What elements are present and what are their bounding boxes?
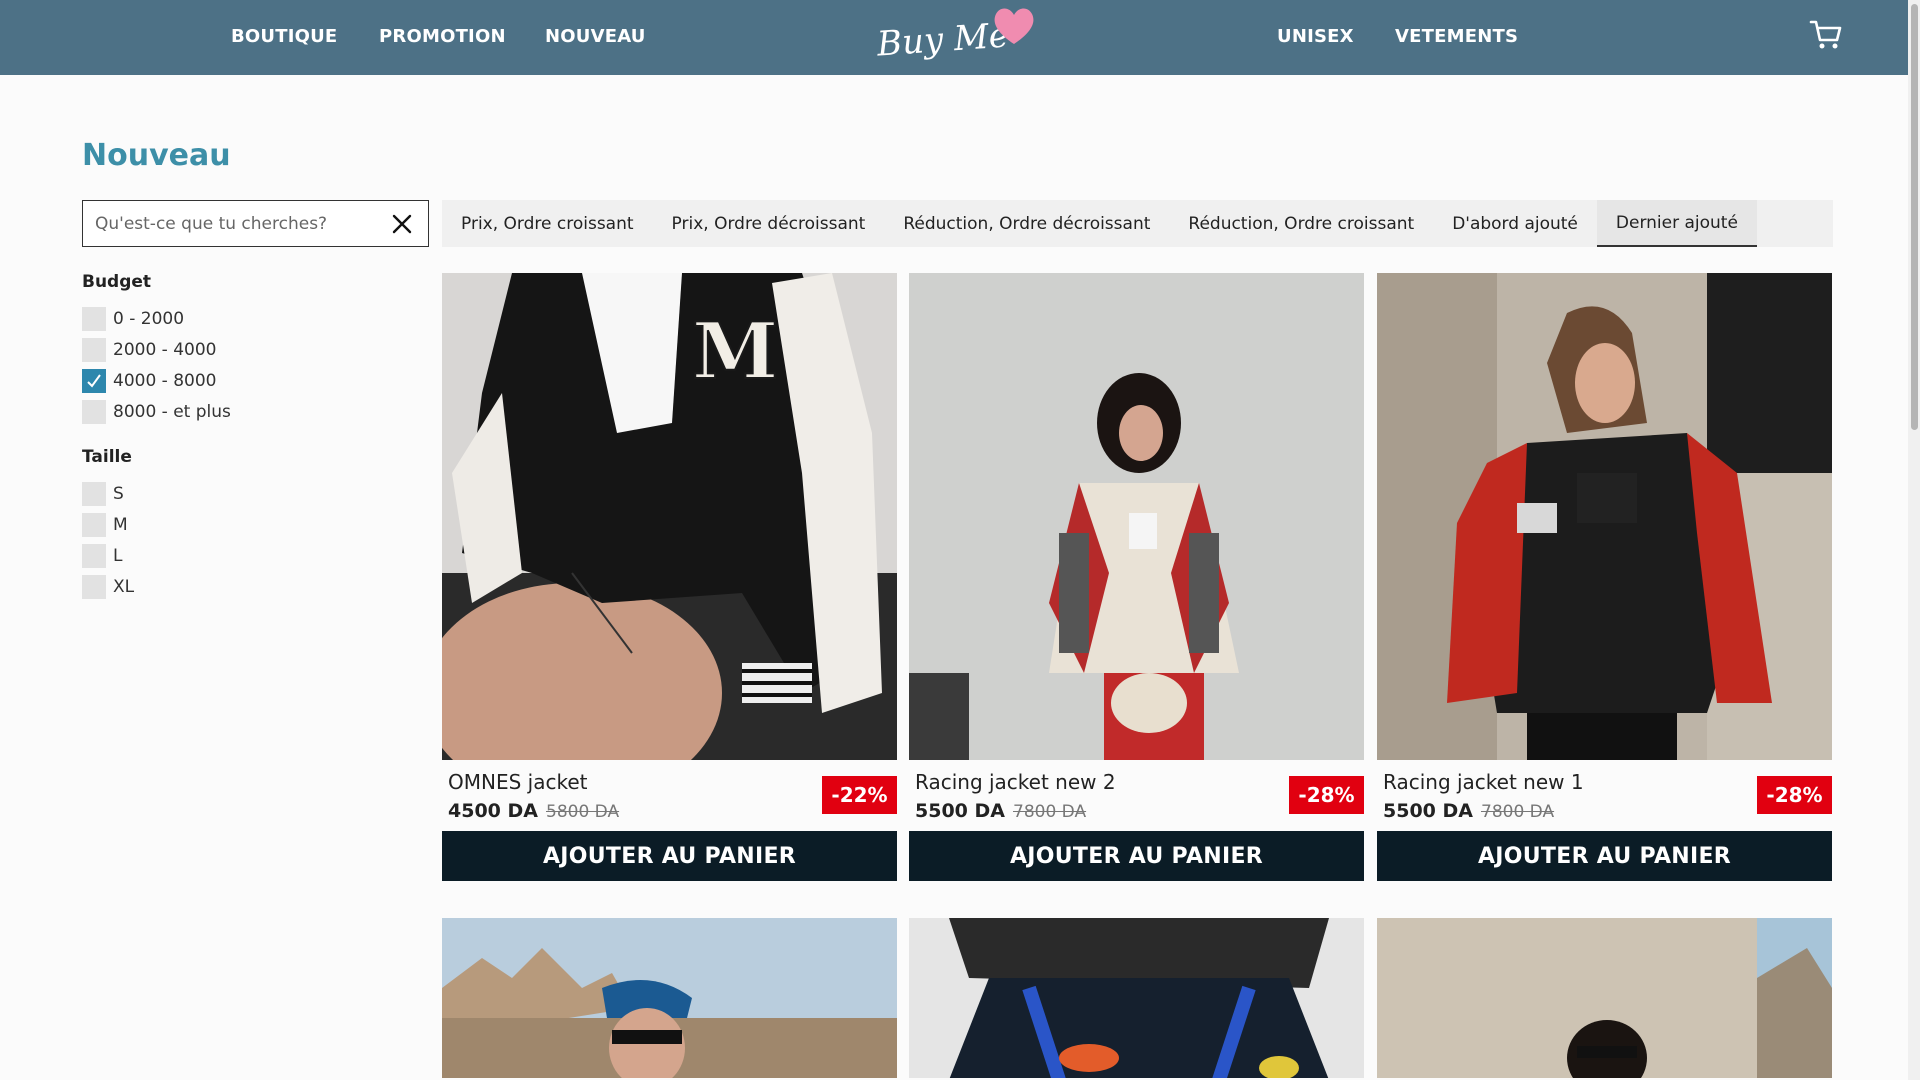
budget-option[interactable]: 4000 - 8000: [82, 369, 216, 393]
nav-link-vetements[interactable]: VETEMENTS: [1395, 26, 1518, 47]
size-option-label: M: [113, 515, 128, 535]
product-image[interactable]: M: [442, 273, 897, 760]
checkbox[interactable]: [82, 513, 106, 537]
sort-tabs: Prix, Ordre croissant Prix, Ordre décroi…: [442, 200, 1833, 247]
svg-text:M: M: [692, 306, 778, 397]
checkbox[interactable]: [82, 400, 106, 424]
discount-badge: -22%: [822, 776, 897, 814]
discount-badge: -28%: [1757, 776, 1832, 814]
logo-text: Buy Me: [875, 15, 1011, 65]
product-name[interactable]: OMNES jacket: [448, 770, 587, 794]
search-input[interactable]: [95, 211, 375, 237]
checkbox[interactable]: [82, 338, 106, 362]
budget-option-label: 0 - 2000: [113, 309, 185, 329]
budget-option[interactable]: 0 - 2000: [82, 307, 184, 331]
budget-filter-title: Budget: [82, 272, 152, 292]
size-filter-title: Taille: [82, 447, 132, 467]
product-price: 5500 DA: [915, 800, 1005, 822]
budget-option[interactable]: 2000 - 4000: [82, 338, 216, 362]
product-price: 4500 DA: [448, 800, 538, 822]
checkbox[interactable]: [82, 575, 106, 599]
top-nav-bar: BOUTIQUE PROMOTION NOUVEAU Buy Me UNISEX…: [0, 0, 1920, 75]
sort-tab-last-added[interactable]: Dernier ajouté: [1596, 200, 1757, 247]
page-title: Nouveau: [82, 138, 231, 173]
budget-option-label: 8000 - et plus: [113, 402, 231, 422]
nav-link-unisex[interactable]: UNISEX: [1277, 26, 1354, 47]
sort-tab-discount-desc[interactable]: Réduction, Ordre décroissant: [884, 200, 1169, 247]
size-option[interactable]: M: [82, 513, 128, 537]
sort-tab-first-added[interactable]: D'abord ajouté: [1433, 200, 1597, 247]
budget-option[interactable]: 8000 - et plus: [82, 400, 231, 424]
product-name[interactable]: Racing jacket new 1: [1383, 770, 1584, 794]
size-option-label: XL: [113, 577, 135, 597]
size-option[interactable]: L: [82, 544, 122, 568]
nav-link-promotion[interactable]: PROMOTION: [379, 26, 506, 47]
product-name[interactable]: Racing jacket new 2: [915, 770, 1116, 794]
add-to-cart-button[interactable]: AJOUTER AU PANIER: [1377, 831, 1832, 881]
product-image[interactable]: [1377, 273, 1832, 760]
product-image[interactable]: [909, 273, 1364, 760]
product-price: 5500 DA: [1383, 800, 1473, 822]
checkbox[interactable]: [82, 544, 106, 568]
product-image[interactable]: [909, 918, 1364, 1078]
scrollbar-thumb[interactable]: [1911, 4, 1918, 430]
size-option[interactable]: S: [82, 482, 124, 506]
checkbox[interactable]: [82, 307, 106, 331]
product-old-price: 7800 DA: [1481, 802, 1555, 822]
size-option-label: S: [113, 484, 124, 504]
sort-tab-price-asc[interactable]: Prix, Ordre croissant: [442, 200, 653, 247]
product-old-price: 7800 DA: [1013, 802, 1087, 822]
close-icon[interactable]: [392, 214, 412, 234]
checkbox-checked[interactable]: [82, 369, 106, 393]
brand-logo[interactable]: Buy Me: [874, 6, 1039, 68]
add-to-cart-button[interactable]: AJOUTER AU PANIER: [442, 831, 897, 881]
nav-link-boutique[interactable]: BOUTIQUE: [231, 26, 337, 47]
discount-badge: -28%: [1289, 776, 1364, 814]
heart-icon: [994, 8, 1034, 44]
product-image[interactable]: [442, 918, 897, 1078]
search-box: [82, 200, 429, 247]
product-image[interactable]: [1377, 918, 1832, 1078]
sort-tab-discount-asc[interactable]: Réduction, Ordre croissant: [1169, 200, 1433, 247]
checkmark-icon: [87, 374, 101, 388]
size-option-label: L: [113, 546, 123, 566]
nav-link-nouveau[interactable]: NOUVEAU: [545, 26, 646, 47]
add-to-cart-button[interactable]: AJOUTER AU PANIER: [909, 831, 1364, 881]
budget-option-label: 4000 - 8000: [113, 371, 217, 391]
budget-option-label: 2000 - 4000: [113, 340, 217, 360]
checkbox[interactable]: [82, 482, 106, 506]
size-option[interactable]: XL: [82, 575, 134, 599]
product-old-price: 5800 DA: [546, 802, 620, 822]
sort-tab-price-desc[interactable]: Prix, Ordre décroissant: [653, 200, 885, 247]
cart-icon[interactable]: [1809, 19, 1843, 51]
